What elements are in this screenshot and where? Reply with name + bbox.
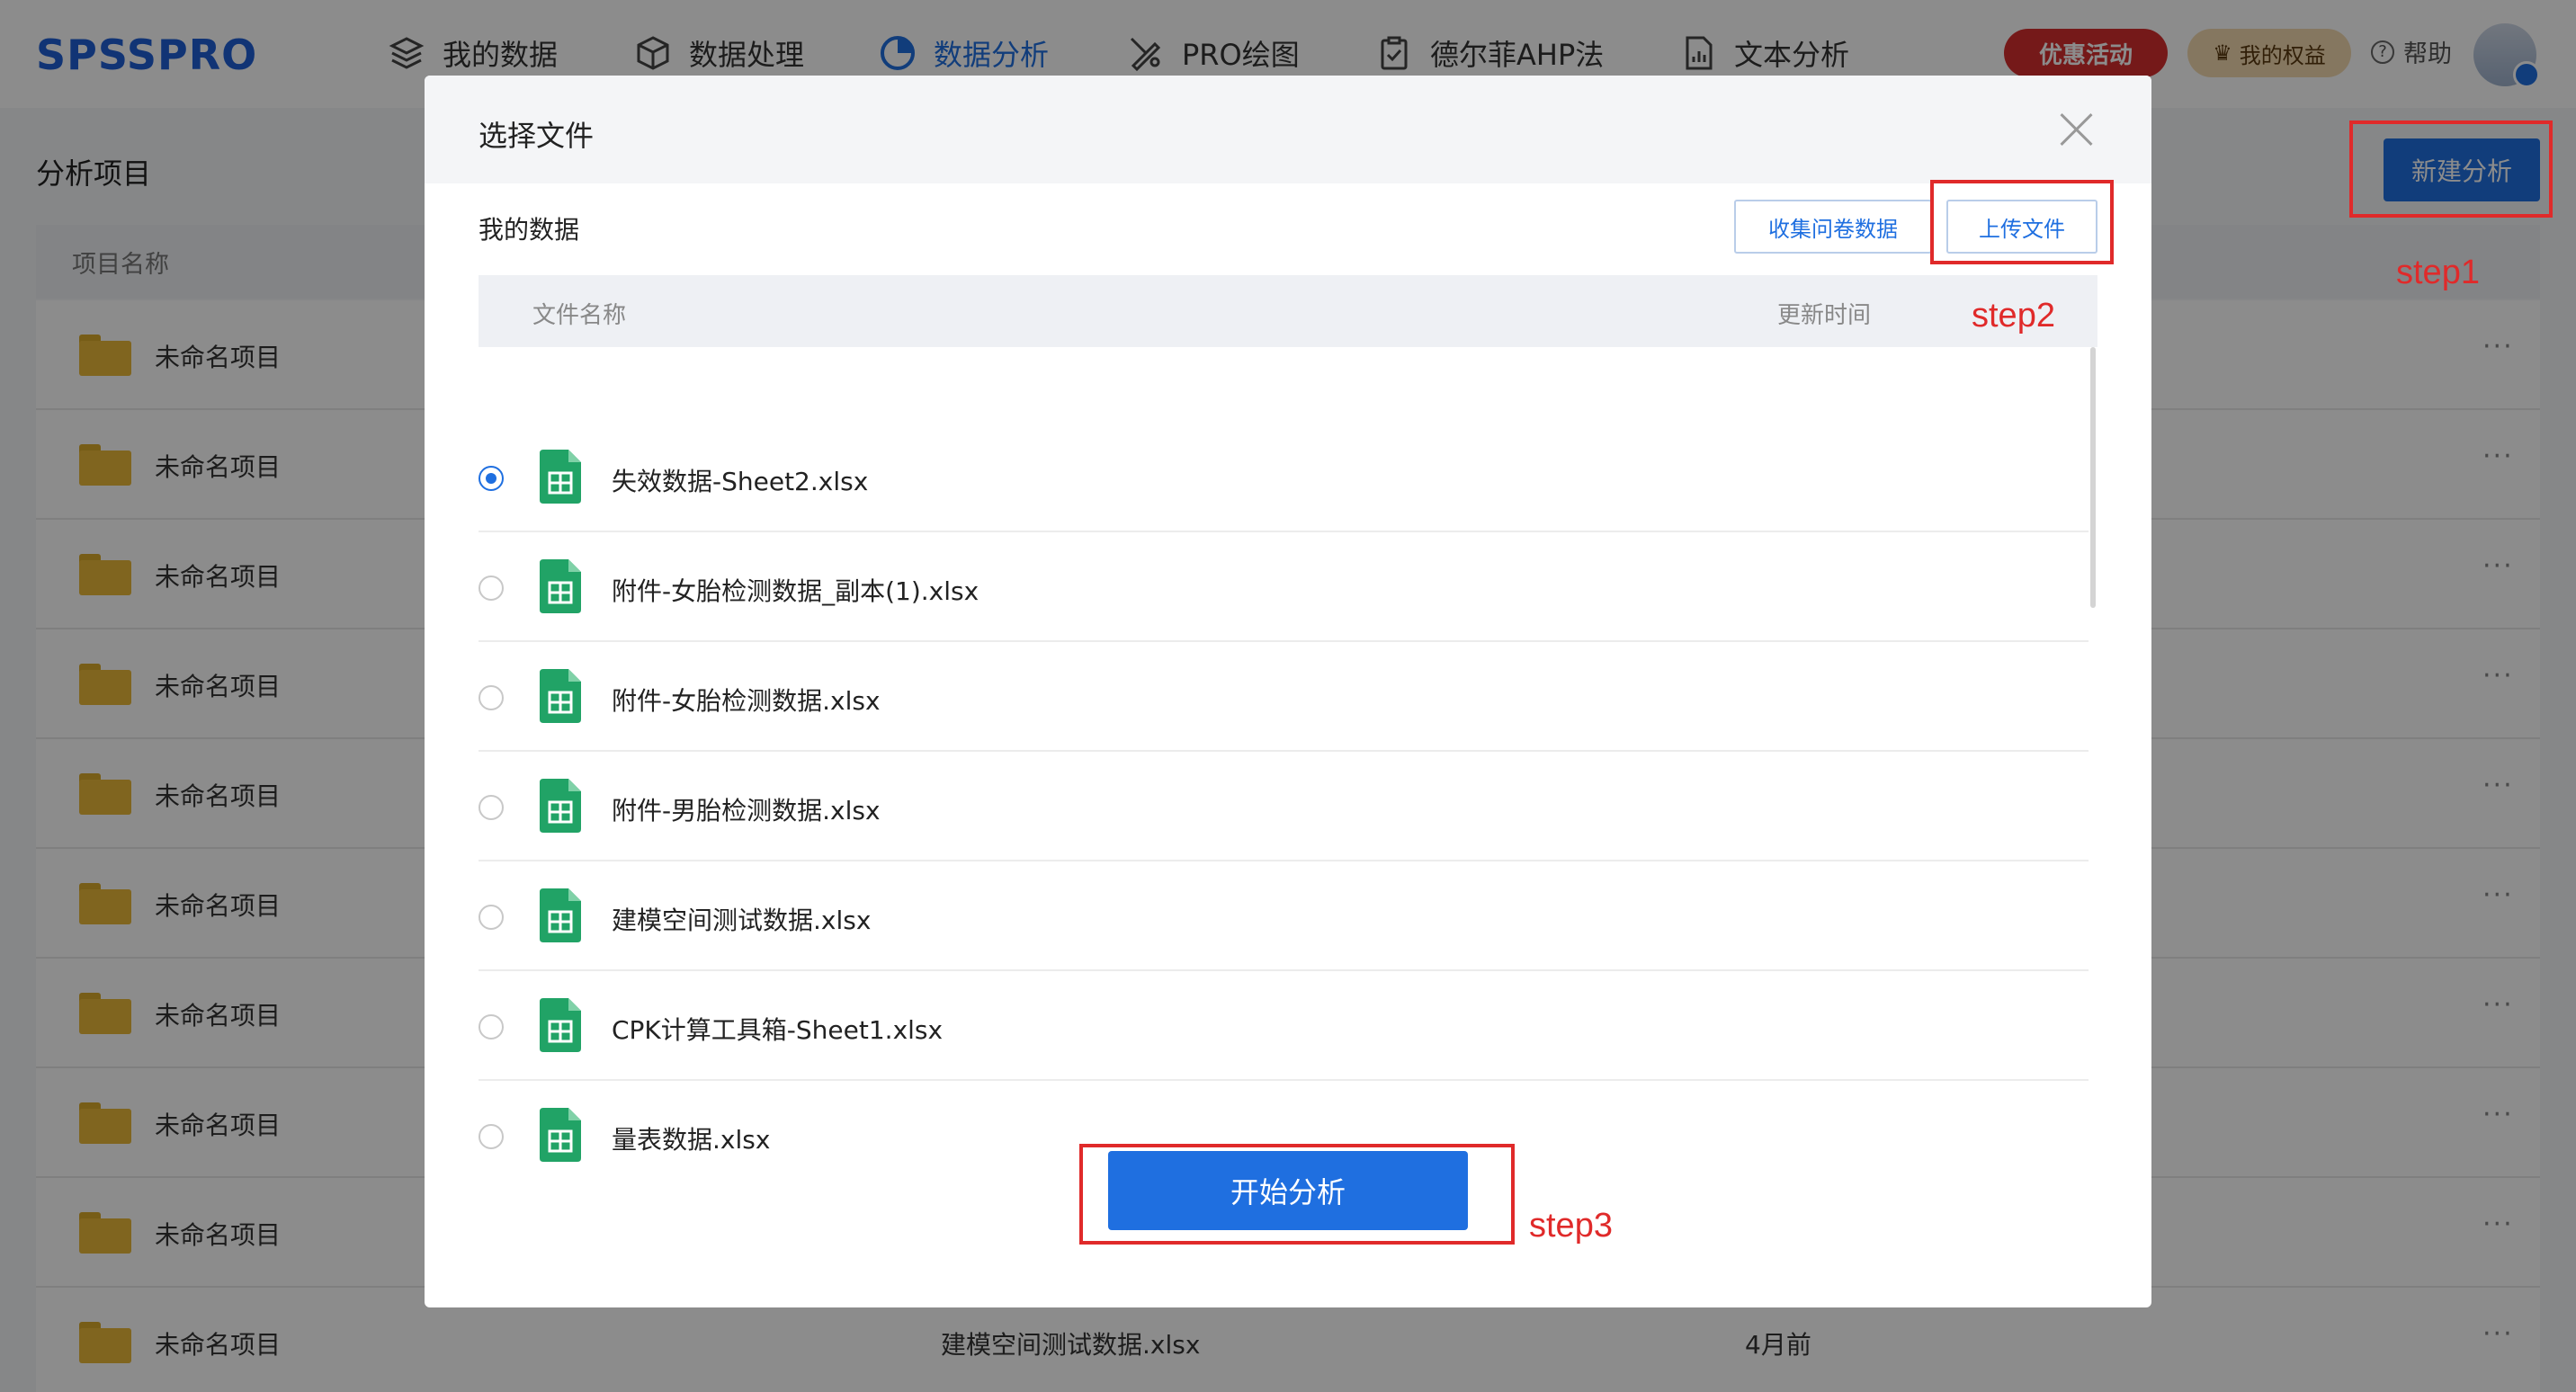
file-radio-button[interactable] <box>479 1124 504 1149</box>
section-label: 我的数据 <box>479 215 580 245</box>
file-list-item[interactable]: CPK计算工具箱-Sheet1.xlsx <box>479 971 2089 1081</box>
step3-label: step3 <box>1529 1207 1613 1245</box>
file-list-item[interactable]: 附件-女胎检测数据.xlsx <box>479 642 2089 752</box>
file-radio-button[interactable] <box>479 1014 504 1040</box>
step2-highlight-box <box>1930 180 2114 264</box>
spreadsheet-icon <box>540 888 581 942</box>
file-list-item[interactable]: 失效数据-Sheet2.xlsx <box>479 423 2089 532</box>
file-name: 失效数据-Sheet2.xlsx <box>612 467 869 496</box>
close-icon[interactable] <box>2058 112 2094 147</box>
step2-label: step2 <box>1972 297 2055 335</box>
column-update-time: 更新时间 <box>1777 302 1872 329</box>
dialog-title: 选择文件 <box>479 119 595 153</box>
file-radio-button[interactable] <box>479 685 504 710</box>
file-name: 附件-女胎检测数据_副本(1).xlsx <box>612 576 979 606</box>
select-file-dialog: 选择文件 我的数据 收集问卷数据 上传文件 文件名称 更新时间 失效数据-She… <box>425 76 2151 1307</box>
file-name: 量表数据.xlsx <box>612 1125 771 1155</box>
file-list-scrollbar[interactable] <box>2090 347 2096 608</box>
spreadsheet-icon <box>540 1108 581 1162</box>
file-name: 附件-女胎检测数据.xlsx <box>612 686 881 716</box>
step1-highlight-box <box>2349 120 2553 218</box>
step3-highlight-box <box>1079 1144 1515 1245</box>
spreadsheet-icon <box>540 559 581 613</box>
column-file-name: 文件名称 <box>532 302 627 329</box>
file-list-item[interactable]: 附件-女胎检测数据_副本(1).xlsx <box>479 532 2089 642</box>
step1-label: step1 <box>2396 254 2480 291</box>
file-list-item[interactable]: 建模空间测试数据.xlsx <box>479 861 2089 971</box>
file-name: CPK计算工具箱-Sheet1.xlsx <box>612 1015 944 1045</box>
spreadsheet-icon <box>540 998 581 1052</box>
file-list-item[interactable]: 附件-男胎检测数据.xlsx <box>479 752 2089 861</box>
file-radio-button[interactable] <box>479 905 504 930</box>
file-list-header: 文件名称 更新时间 <box>479 275 2097 347</box>
file-name: 建模空间测试数据.xlsx <box>612 906 872 935</box>
file-radio-button[interactable] <box>479 576 504 601</box>
dialog-header: 选择文件 <box>425 76 2151 183</box>
spreadsheet-icon <box>540 669 581 723</box>
file-radio-button[interactable] <box>479 795 504 820</box>
spreadsheet-icon <box>540 450 581 504</box>
file-name: 附件-男胎检测数据.xlsx <box>612 796 881 825</box>
collect-survey-data-button[interactable]: 收集问卷数据 <box>1734 200 1932 254</box>
file-radio-button[interactable] <box>479 466 504 491</box>
spreadsheet-icon <box>540 779 581 833</box>
